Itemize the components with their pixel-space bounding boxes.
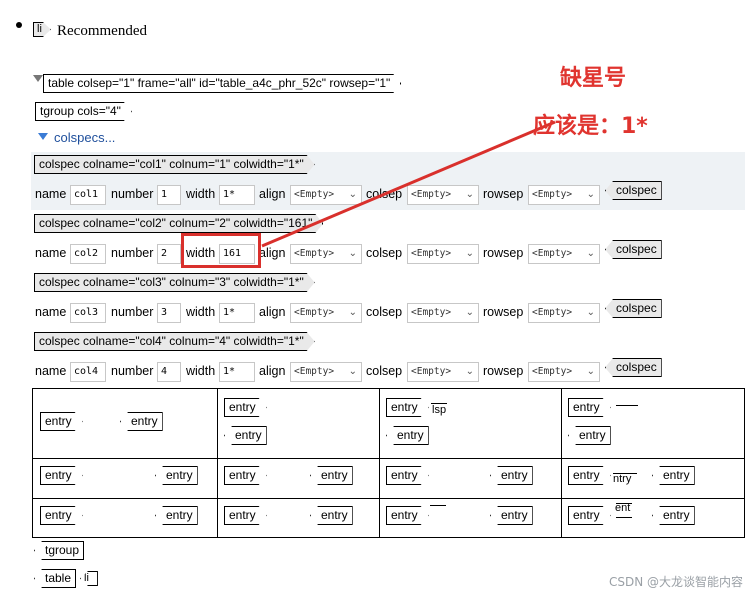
annotation-arrow <box>261 120 556 248</box>
arrow-line <box>261 120 556 248</box>
annotation-line-2: 应该是：1* <box>533 114 648 139</box>
watermark: CSDN @大龙谈智能内容 <box>608 575 743 589</box>
annotation-line-1: 缺星号 <box>560 66 627 91</box>
